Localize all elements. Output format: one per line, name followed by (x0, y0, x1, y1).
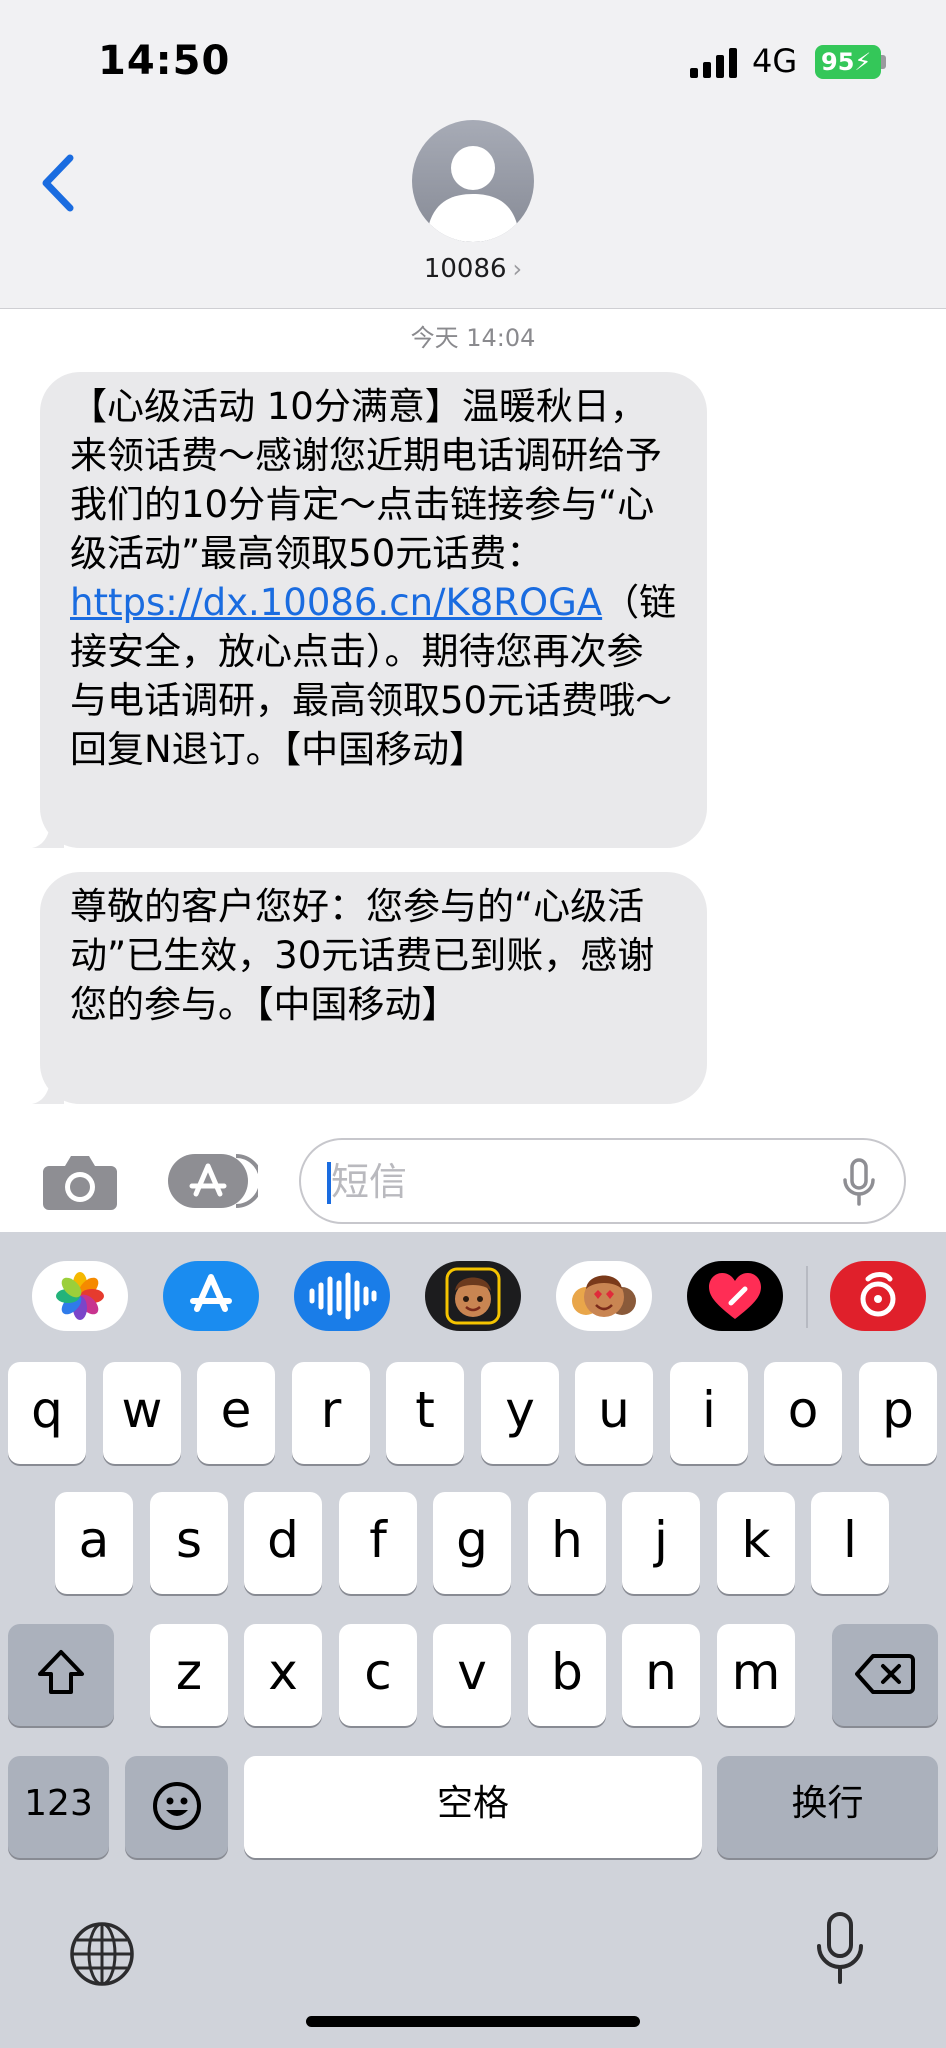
message-bubble: 尊敬的客户您好：您参与的“心级活动”已生效，30元话费已到账，感谢您的参与。【中… (32, 872, 707, 1104)
backspace-key[interactable] (832, 1624, 938, 1726)
contact-name: 10086 (423, 254, 507, 284)
key-t[interactable]: t (386, 1362, 464, 1464)
key-d[interactable]: d (244, 1492, 322, 1594)
space-key[interactable]: 空格 (244, 1756, 702, 1858)
message-input-container (299, 1138, 906, 1224)
app-drawer-icon[interactable] (168, 1152, 258, 1210)
contact-avatar[interactable] (412, 120, 534, 242)
battery-level: 95 (821, 48, 855, 76)
emoji-smiley-icon (152, 1782, 201, 1830)
key-i[interactable]: i (670, 1362, 748, 1464)
key-k[interactable]: k (717, 1492, 795, 1594)
audio-waveform-icon[interactable] (294, 1261, 390, 1331)
network-type: 4G (752, 42, 798, 80)
key-g[interactable]: g (433, 1492, 511, 1594)
netease-music-icon[interactable] (830, 1261, 926, 1331)
key-n[interactable]: n (622, 1624, 700, 1726)
key-m[interactable]: m (717, 1624, 795, 1726)
photos-app-icon[interactable] (32, 1261, 128, 1331)
globe-icon[interactable] (68, 1920, 136, 1988)
key-e[interactable]: e (197, 1362, 275, 1464)
key-a[interactable]: a (55, 1492, 133, 1594)
key-f[interactable]: f (339, 1492, 417, 1594)
key-o[interactable]: o (764, 1362, 842, 1464)
message-link[interactable]: https://dx.10086.cn/K8ROGA (70, 581, 602, 624)
key-s[interactable]: s (150, 1492, 228, 1594)
key-x[interactable]: x (244, 1624, 322, 1726)
camera-icon[interactable] (43, 1152, 117, 1210)
bubble-tail (32, 1082, 64, 1104)
key-b[interactable]: b (528, 1624, 606, 1726)
message-text: 尊敬的客户您好：您参与的“心级活动”已生效，30元话费已到账，感谢您的参与。【中… (70, 885, 655, 1026)
memoji-stickers-icon[interactable] (556, 1261, 652, 1331)
signal-icon (690, 48, 737, 78)
message-text: 【心级活动 10分满意】温暖秋日，来领话费～感谢您近期电话调研给予我们的10分肯… (70, 385, 662, 575)
home-indicator[interactable] (306, 2016, 640, 2027)
messages-screen: 14:50 4G 95⚡ 10086 › 今天 14:04 【心级活动 10分满意… (0, 0, 946, 2048)
key-l[interactable]: l (811, 1492, 889, 1594)
shift-arrow-icon (38, 1650, 84, 1694)
key-c[interactable]: c (339, 1624, 417, 1726)
text-caret (327, 1162, 331, 1204)
numbers-key[interactable]: 123 (8, 1756, 109, 1858)
key-h[interactable]: h (528, 1492, 606, 1594)
key-p[interactable]: p (859, 1362, 937, 1464)
microphone-icon[interactable] (841, 1158, 877, 1206)
key-q[interactable]: q (8, 1362, 86, 1464)
imessage-app-strip (0, 1232, 946, 1362)
key-v[interactable]: v (433, 1624, 511, 1726)
delete-icon (855, 1654, 915, 1694)
message-input[interactable] (331, 1156, 831, 1208)
key-z[interactable]: z (150, 1624, 228, 1726)
status-time: 14:50 (98, 38, 231, 84)
person-icon (429, 146, 517, 242)
emoji-key[interactable] (125, 1756, 228, 1858)
message-bubble: 【心级活动 10分满意】温暖秋日，来领话费～感谢您近期电话调研给予我们的10分肯… (32, 372, 707, 848)
key-y[interactable]: y (481, 1362, 559, 1464)
key-r[interactable]: r (292, 1362, 370, 1464)
key-j[interactable]: j (622, 1492, 700, 1594)
chevron-right-icon: › (512, 255, 523, 283)
message-timestamp: 今天 14:04 (410, 324, 536, 352)
battery-cap (881, 55, 886, 69)
dictation-microphone-icon[interactable] (815, 1912, 865, 1984)
conversation-header: 14:50 4G 95⚡ 10086 › (0, 0, 946, 309)
contact-name-button[interactable]: 10086 › (0, 254, 946, 284)
digital-touch-heart-icon[interactable] (687, 1261, 783, 1331)
keyboard: q w e r t y u i o p a s d f g h j k l z … (0, 1232, 946, 2048)
memoji-icon[interactable] (425, 1261, 521, 1331)
app-store-icon[interactable] (163, 1261, 259, 1331)
key-w[interactable]: w (103, 1362, 181, 1464)
charging-bolt-icon: ⚡ (854, 48, 872, 76)
return-key[interactable]: 换行 (717, 1756, 938, 1858)
shift-key[interactable] (8, 1624, 114, 1726)
key-u[interactable]: u (575, 1362, 653, 1464)
strip-divider (806, 1266, 808, 1328)
bubble-tail (32, 826, 64, 848)
back-chevron-icon[interactable] (36, 150, 84, 216)
battery-icon: 95⚡ (815, 45, 881, 79)
